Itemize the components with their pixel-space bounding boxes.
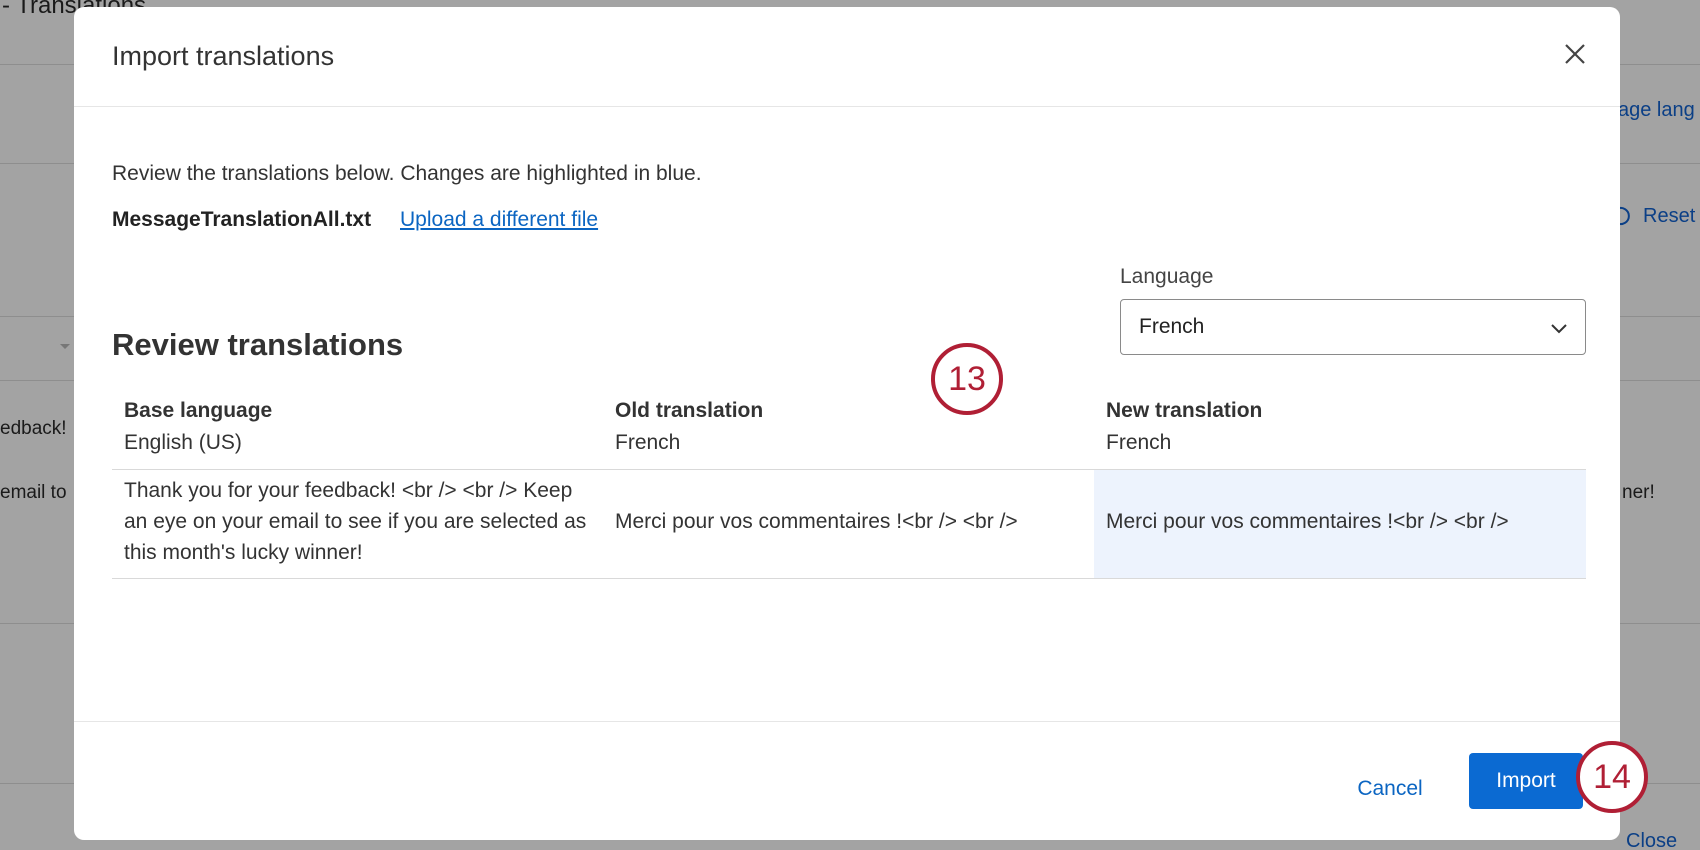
- column-subheader-base-language: English (US): [124, 431, 242, 454]
- close-icon: [1565, 44, 1585, 64]
- column-header-old-translation: Old translation: [615, 399, 764, 422]
- modal-footer-divider: [74, 721, 1620, 722]
- language-label: Language: [1120, 265, 1214, 288]
- step-marker-14: 14: [1576, 741, 1648, 813]
- table-cell-base: Thank you for your feedback! <br /> <br …: [124, 479, 587, 564]
- step-marker-13: 13: [931, 343, 1003, 415]
- language-select[interactable]: French: [1120, 299, 1586, 355]
- close-button[interactable]: [1560, 39, 1590, 69]
- background-row-text: edback!: [0, 418, 67, 439]
- column-subheader-old-translation: French: [615, 431, 681, 454]
- file-name: MessageTranslationAll.txt: [112, 208, 372, 231]
- background-row-text: ner!: [1622, 482, 1655, 503]
- intro-text: Review the translations below. Changes a…: [112, 162, 702, 185]
- upload-different-file-link[interactable]: Upload a different file: [400, 208, 598, 232]
- review-translations-heading: Review translations: [112, 327, 404, 362]
- background-manage-languages-link[interactable]: age lang: [1618, 99, 1695, 122]
- chevron-down-icon: [1551, 324, 1567, 334]
- language-select-value: French: [1139, 315, 1205, 338]
- cancel-button[interactable]: Cancel: [1346, 762, 1434, 816]
- modal-title: Import translations: [112, 41, 335, 71]
- modal-header: Import translations: [74, 7, 1620, 107]
- column-subheader-new-translation: French: [1106, 431, 1172, 454]
- table-cell-old: Merci pour vos commentaires !<br /> <br …: [615, 510, 1018, 533]
- background-row-text: email to: [0, 482, 67, 503]
- background-reset-button[interactable]: Reset: [1643, 205, 1695, 228]
- column-header-base-language: Base language: [124, 399, 273, 422]
- import-translations-modal: Import translations Review the translati…: [74, 7, 1620, 840]
- table-cell-new: Merci pour vos commentaires !<br /> <br …: [1106, 510, 1509, 533]
- background-caret-icon: [60, 344, 70, 349]
- column-header-new-translation: New translation: [1106, 399, 1263, 422]
- table-row-divider: [112, 578, 1586, 579]
- import-button[interactable]: Import: [1469, 753, 1583, 809]
- background-close-button[interactable]: Close: [1626, 830, 1677, 850]
